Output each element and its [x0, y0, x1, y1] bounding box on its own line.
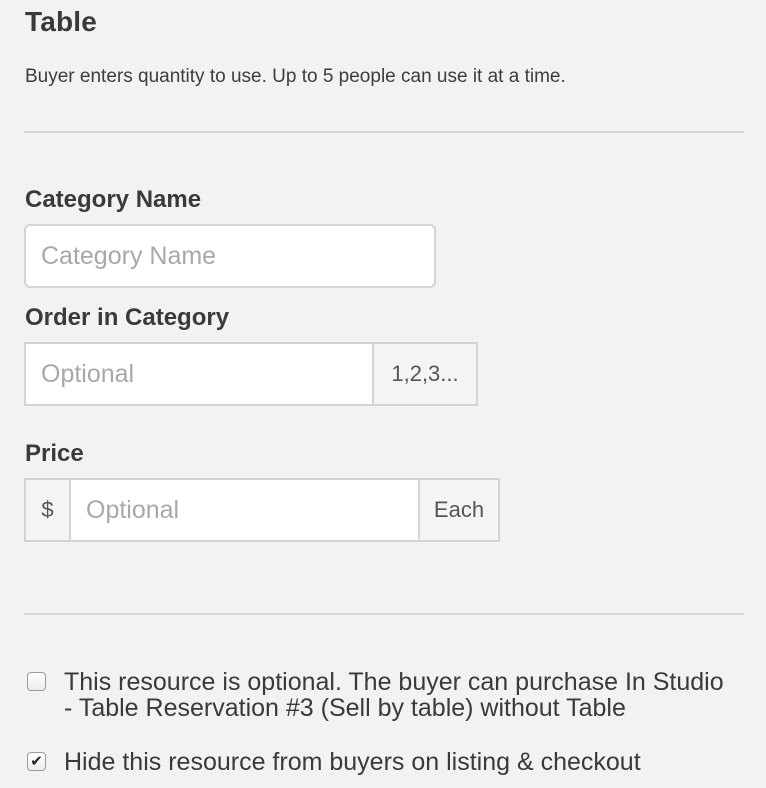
hide-resource-checkbox[interactable]: ✔: [27, 752, 46, 771]
order-input-group: 1,2,3...: [24, 342, 478, 406]
category-name-label: Category Name: [25, 186, 202, 213]
optional-resource-text: This resource is optional. The buyer can…: [64, 669, 724, 721]
bottom-divider: [24, 613, 744, 615]
price-input-group: $ Each: [24, 478, 500, 542]
top-divider: [24, 131, 744, 133]
hide-resource-label: Hide this resource from buyers on listin…: [64, 748, 641, 776]
page-title: Table: [25, 6, 98, 37]
currency-addon: $: [26, 480, 71, 540]
optional-resource-checkbox[interactable]: [27, 672, 46, 691]
optional-resource-label-line2: - Table Reservation #3 (Sell by table) w…: [64, 694, 626, 722]
optional-resource-label-line1: This resource is optional. The buyer can…: [64, 668, 724, 696]
price-unit-addon: Each: [418, 480, 498, 540]
order-addon: 1,2,3...: [372, 344, 476, 404]
order-in-category-label: Order in Category: [25, 304, 230, 331]
price-input[interactable]: [71, 480, 418, 540]
category-name-input[interactable]: [24, 224, 436, 288]
hide-resource-option[interactable]: ✔ Hide this resource from buyers on list…: [27, 749, 641, 775]
page-description: Buyer enters quantity to use. Up to 5 pe…: [25, 66, 566, 87]
price-label: Price: [25, 440, 84, 467]
optional-resource-option[interactable]: This resource is optional. The buyer can…: [27, 669, 724, 721]
order-input[interactable]: [26, 344, 372, 404]
